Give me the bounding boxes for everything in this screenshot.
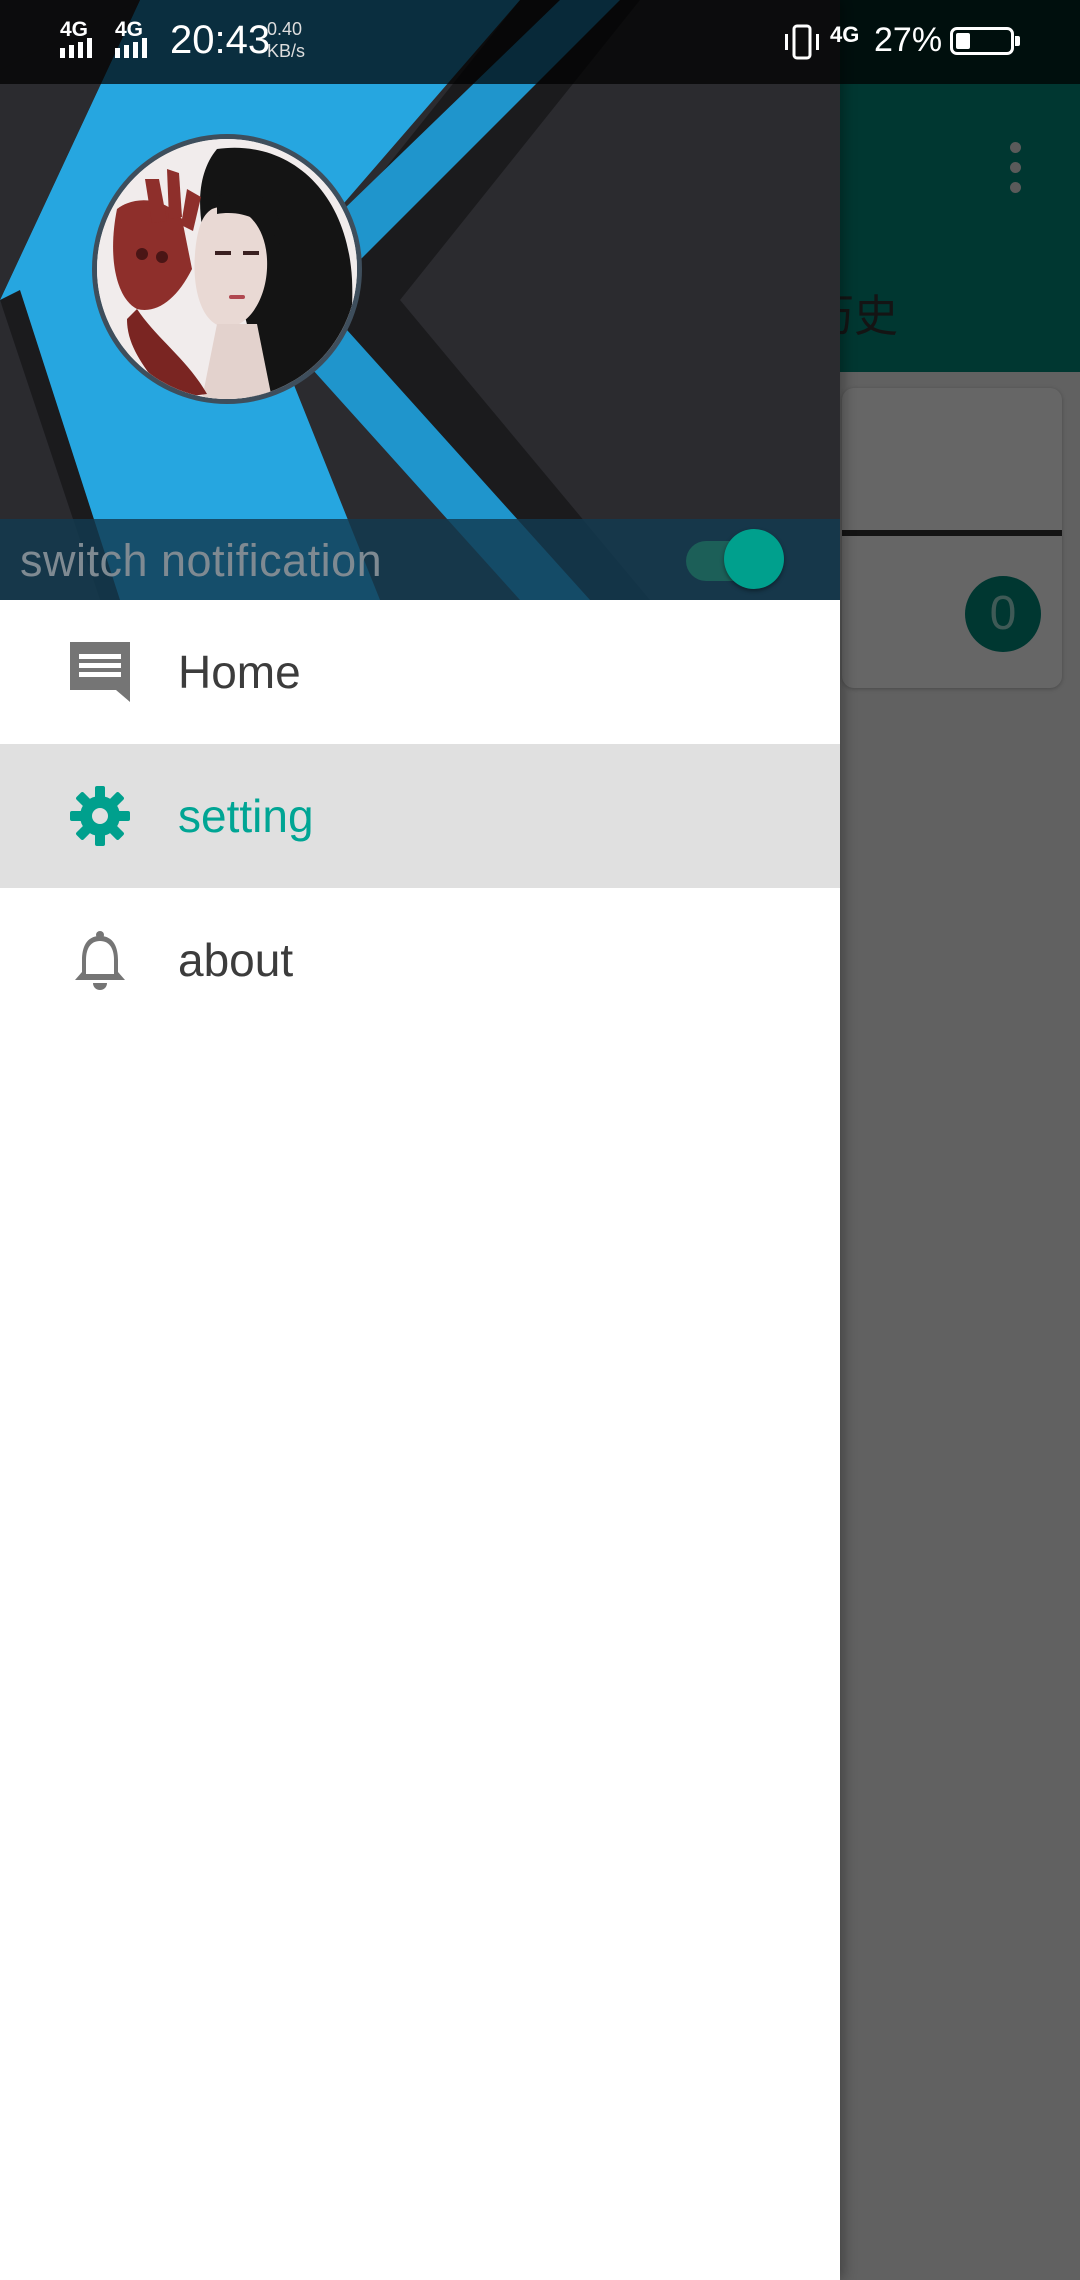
network-speed-unit: KB/s (267, 41, 306, 61)
navigation-drawer: switch notification Home setting about (0, 0, 840, 2280)
battery-level-fill (956, 33, 970, 49)
network-speed: 0.40 KB/s (267, 18, 305, 62)
menu-item-label: Home (178, 646, 301, 698)
notification-switch-thumb[interactable] (724, 529, 784, 589)
battery-percent: 27% (874, 21, 943, 59)
message-icon (70, 642, 130, 702)
signal-strength-icon (115, 38, 151, 58)
bell-icon (75, 931, 125, 990)
battery-icon (950, 27, 1020, 55)
network-type-3: 4G (830, 22, 860, 47)
clock: 20:43 (170, 18, 271, 62)
gear-icon (70, 786, 130, 846)
notification-toggle-label: switch notification (20, 535, 383, 586)
menu-item-about[interactable]: about (0, 888, 840, 1032)
menu-item-setting[interactable]: setting (0, 744, 840, 888)
profile-avatar[interactable] (92, 134, 362, 404)
drawer-header: switch notification (0, 0, 840, 600)
notification-toggle-row[interactable]: switch notification (0, 519, 840, 600)
menu-item-home[interactable]: Home (0, 600, 840, 744)
network-speed-value: 0.40 (267, 19, 303, 39)
status-bar: 4G 4G 20:43 0.40 KB/s 4G 27% (0, 0, 1080, 84)
signal-strength-icon (60, 38, 96, 58)
avatar-portrait-image (97, 139, 357, 399)
menu-item-label: about (178, 934, 294, 986)
vibrate-icon (785, 24, 819, 60)
menu-item-label: setting (178, 790, 314, 842)
drawer-menu: Home setting about (0, 600, 840, 1032)
